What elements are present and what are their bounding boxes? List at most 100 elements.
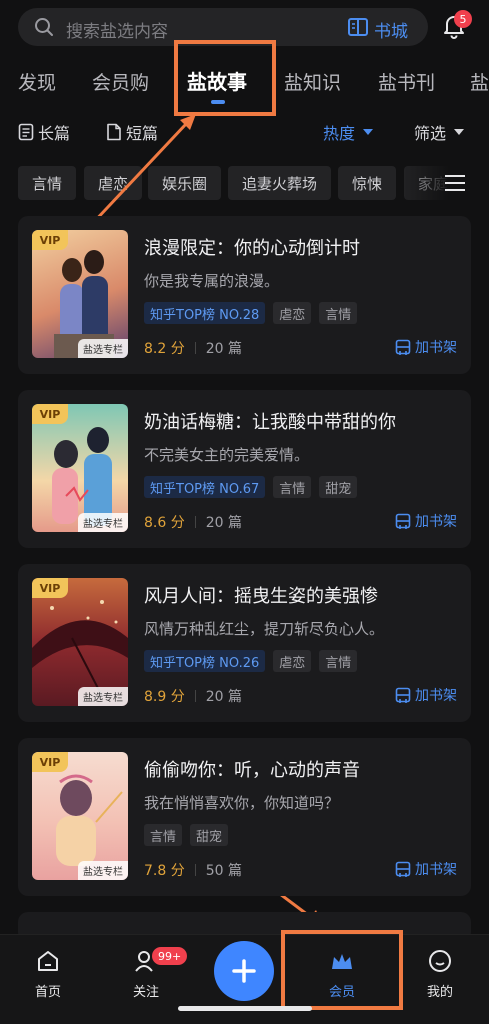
book-meta: 8.9 分 20 篇 (144, 686, 242, 706)
notification-badge: 5 (454, 10, 472, 28)
genre-tag[interactable]: 言情 (319, 650, 358, 672)
book-tags: 言情 甜宠 (144, 824, 236, 846)
add-to-shelf-label: 加书架 (415, 340, 457, 356)
book-score: 7.8 分 (144, 863, 185, 879)
cover-label: 盐选专栏 (78, 339, 128, 358)
book-cover[interactable]: VIP 盐选专栏 (32, 578, 128, 706)
book-chapter-count: 50 篇 (205, 863, 242, 879)
filter-long-label: 长篇 (38, 124, 71, 143)
book-tags: 知乎TOP榜 NO.28 虐恋 言情 (144, 302, 365, 324)
filter-short-label: 短篇 (126, 124, 159, 143)
book-title[interactable]: 奶油话梅糖：让我酸中带甜的你 (144, 408, 396, 434)
book-score: 8.6 分 (144, 515, 185, 531)
chip-thriller[interactable]: 惊悚 (338, 166, 397, 200)
nav-mine[interactable]: 我的 (410, 949, 470, 1000)
book-tags: 知乎TOP榜 NO.26 虐恋 言情 (144, 650, 365, 672)
rank-tag[interactable]: 知乎TOP榜 NO.28 (144, 302, 266, 324)
caret-down-icon (454, 129, 465, 135)
book-meta: 8.6 分 20 篇 (144, 512, 242, 532)
book-cover[interactable]: VIP 盐选专栏 (32, 752, 128, 880)
book-subtitle: 风情万种乱红尘，提刀斩尽负心人。 (144, 620, 385, 638)
book-cover[interactable]: VIP 盐选专栏 (32, 404, 128, 532)
screen-dropdown[interactable]: 筛选 (414, 120, 465, 144)
book-subtitle: 你是我专属的浪漫。 (144, 272, 280, 290)
book-card[interactable]: VIP 盐选专栏 偷偷吻你：听，心动的声音 我在悄悄喜欢你，你知道吗？ 言情 甜… (18, 738, 471, 896)
tab-more[interactable]: 盐 (470, 68, 489, 95)
cover-label: 盐选专栏 (78, 513, 128, 532)
book-chapter-count: 20 篇 (205, 689, 242, 705)
genre-tag[interactable]: 甜宠 (319, 476, 358, 498)
nav-home-label: 首页 (34, 985, 61, 1000)
cover-label: 盐选专栏 (78, 861, 128, 880)
add-to-shelf-button[interactable]: 加书架 (395, 337, 457, 357)
follow-badge: 99+ (152, 947, 188, 965)
nav-follow-label: 关注 (132, 985, 159, 1000)
book-card[interactable]: VIP 盐选专栏 风月人间：摇曳生姿的美强惨 风情万种乱红尘，提刀斩尽负心人。 … (18, 564, 471, 722)
tab-salt-knowledge[interactable]: 盐知识 (284, 68, 341, 95)
screen-label: 筛选 (414, 124, 447, 143)
search-placeholder: 搜索盐选内容 (66, 22, 168, 42)
filter-short-button[interactable]: 短篇 (106, 120, 158, 144)
menu-icon[interactable] (444, 172, 466, 194)
add-to-shelf-button[interactable]: 加书架 (395, 511, 457, 531)
vip-badge: VIP (32, 230, 68, 250)
book-subtitle: 我在悄悄喜欢你，你知道吗？ (144, 794, 340, 812)
genre-tag[interactable]: 言情 (319, 302, 358, 324)
book-card[interactable]: VIP 盐选专栏 浪漫限定：你的心动倒计时 你是我专属的浪漫。 知乎TOP榜 N… (18, 216, 471, 374)
genre-tag[interactable]: 虐恋 (273, 302, 312, 324)
sort-hot-dropdown[interactable]: 热度 (323, 120, 374, 144)
create-button[interactable] (214, 941, 274, 1001)
meta-divider (194, 864, 196, 876)
genre-tag[interactable]: 甜宠 (190, 824, 229, 846)
document-icon (18, 123, 34, 141)
book-score: 8.9 分 (144, 689, 185, 705)
filter-row: 长篇 短篇 热度 筛选 (0, 118, 489, 146)
book-store-icon[interactable] (348, 18, 368, 36)
meta-divider (194, 516, 196, 528)
add-to-shelf-label: 加书架 (415, 688, 457, 704)
add-to-shelf-button[interactable]: 加书架 (395, 685, 457, 705)
book-meta: 8.2 分 20 篇 (144, 338, 242, 358)
rank-tag[interactable]: 知乎TOP榜 NO.67 (144, 476, 266, 498)
sort-hot-label: 热度 (323, 124, 356, 143)
genre-tag[interactable]: 虐恋 (273, 650, 312, 672)
file-icon (107, 123, 121, 141)
chip-entertainment[interactable]: 娱乐圈 (148, 166, 222, 200)
meta-divider (194, 690, 196, 702)
home-indicator (178, 1006, 312, 1011)
home-icon (38, 951, 58, 971)
book-cover[interactable]: VIP 盐选专栏 (32, 230, 128, 358)
book-chapter-count: 20 篇 (205, 515, 242, 531)
genre-chips: 言情 虐恋 娱乐圈 追妻火葬场 惊悚 家庭 (0, 166, 489, 200)
book-tags: 知乎TOP榜 NO.67 言情 甜宠 (144, 476, 365, 498)
filter-long-button[interactable]: 长篇 (18, 120, 70, 144)
add-to-shelf-label: 加书架 (415, 862, 457, 878)
vip-badge: VIP (32, 404, 68, 424)
tab-discover[interactable]: 发现 (18, 68, 56, 95)
meta-divider (194, 342, 196, 354)
add-to-shelf-button[interactable]: 加书架 (395, 859, 457, 879)
vip-badge: VIP (32, 752, 68, 772)
chip-angst[interactable]: 虐恋 (84, 166, 143, 200)
chip-chase-wife[interactable]: 追妻火葬场 (228, 166, 332, 200)
book-store-link[interactable]: 书城 (374, 17, 408, 42)
book-subtitle: 不完美女主的完美爱情。 (144, 446, 310, 464)
bookshelf-icon (395, 513, 411, 529)
book-title[interactable]: 偷偷吻你：听，心动的声音 (144, 756, 360, 782)
genre-tag[interactable]: 言情 (144, 824, 183, 846)
book-score: 8.2 分 (144, 341, 185, 357)
tab-member-shop[interactable]: 会员购 (92, 68, 149, 95)
nav-mine-label: 我的 (426, 985, 453, 1000)
vip-badge: VIP (32, 578, 68, 598)
book-card[interactable]: VIP 盐选专栏 奶油话梅糖：让我酸中带甜的你 不完美女主的完美爱情。 知乎TO… (18, 390, 471, 548)
rank-tag[interactable]: 知乎TOP榜 NO.26 (144, 650, 266, 672)
add-to-shelf-label: 加书架 (415, 514, 457, 530)
book-title[interactable]: 风月人间：摇曳生姿的美强惨 (144, 582, 378, 608)
chip-romance[interactable]: 言情 (18, 166, 77, 200)
book-meta: 7.8 分 50 篇 (144, 860, 242, 880)
genre-tag[interactable]: 言情 (273, 476, 312, 498)
book-title[interactable]: 浪漫限定：你的心动倒计时 (144, 234, 360, 260)
nav-home[interactable]: 首页 (18, 949, 78, 1000)
tab-salt-publications[interactable]: 盐书刊 (378, 68, 435, 95)
profile-icon (429, 950, 451, 972)
